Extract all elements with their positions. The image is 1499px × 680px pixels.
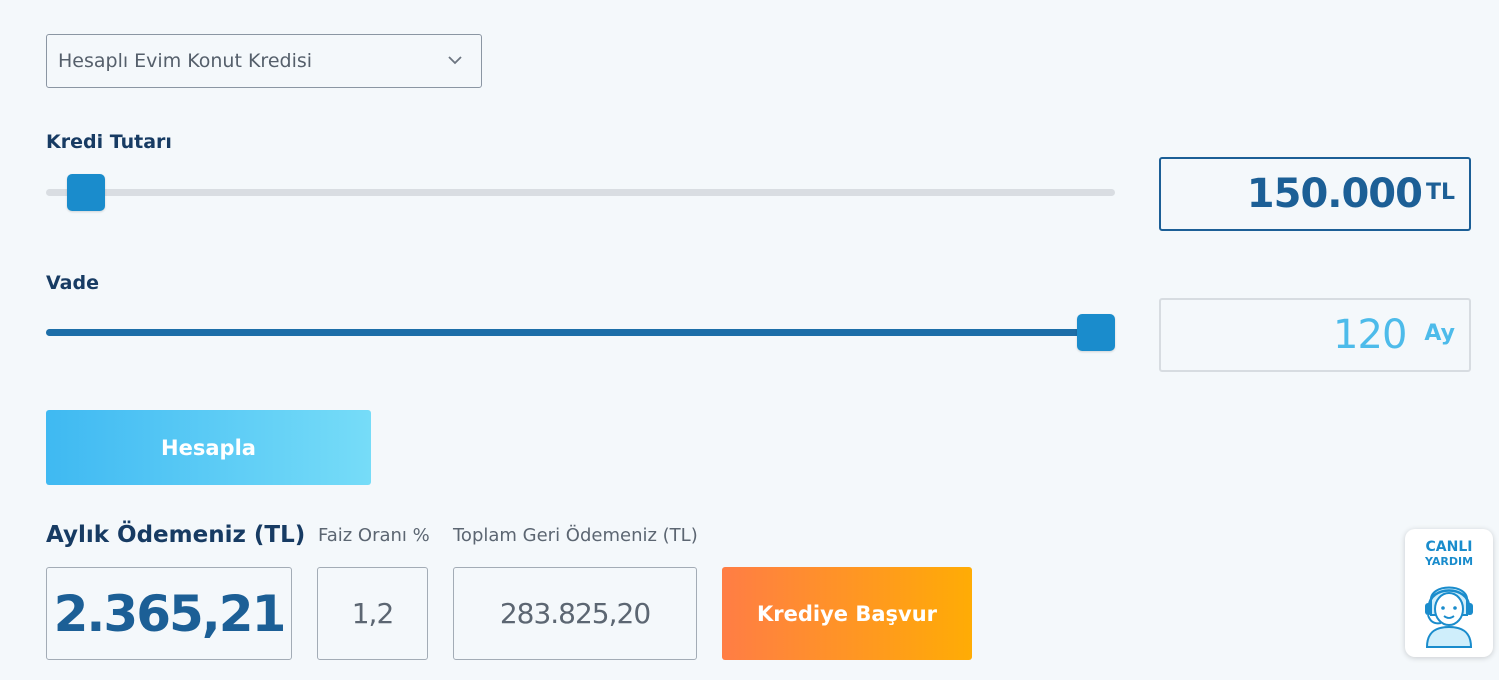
monthly-payment-label: Aylık Ödemeniz (TL) [46,522,306,548]
support-agent-icon [1425,586,1473,648]
loan-amount-input[interactable]: 150.000 TL [1159,157,1471,231]
term-slider-fill [46,329,1096,336]
loan-amount-value: 150.000 [1246,171,1423,217]
live-help-widget[interactable]: CANLI YARDIM [1405,529,1493,657]
loan-product-select[interactable]: Hesaplı Evim Konut Kredisi [46,34,482,88]
loan-amount-slider-thumb[interactable] [66,174,105,211]
loan-product-select-value: Hesaplı Evim Konut Kredisi [58,50,313,72]
term-input[interactable]: 120 Ay [1159,298,1471,372]
term-value: 120 [1333,312,1407,358]
term-unit: Ay [1424,320,1455,346]
loan-amount-label: Kredi Tutarı [46,131,172,153]
term-slider-thumb[interactable] [1077,314,1115,351]
apply-loan-button[interactable]: Krediye Başvur [722,567,972,660]
loan-amount-slider-track [46,189,1115,196]
term-label: Vade [46,272,99,294]
chevron-down-icon [448,56,462,65]
live-help-line2: YARDIM [1424,555,1474,568]
interest-rate-value: 1,2 [317,567,428,660]
interest-rate-label: Faiz Oranı % [318,525,430,546]
term-slider[interactable] [46,313,1115,353]
total-repayment-value: 283.825,20 [453,567,697,660]
live-help-line1: CANLI [1425,539,1473,555]
calculate-button[interactable]: Hesapla [46,410,371,485]
loan-amount-unit: TL [1425,179,1455,205]
total-repayment-label: Toplam Geri Ödemeniz (TL) [453,525,698,546]
loan-amount-slider[interactable] [46,173,1115,213]
monthly-payment-value: 2.365,21 [46,567,292,660]
